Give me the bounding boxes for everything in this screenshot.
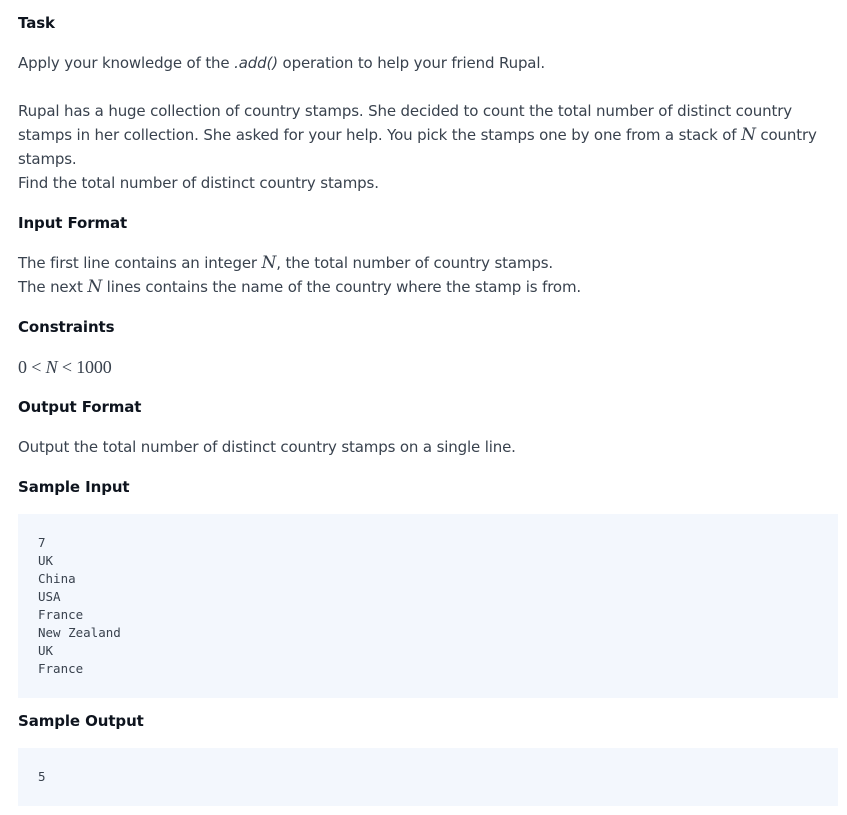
constraint-low: 0 xyxy=(18,357,27,377)
task-intro: Apply your knowledge of the .add() opera… xyxy=(18,51,838,75)
input-line1-pre: The first line contains an integer xyxy=(18,254,262,272)
sample-input-block: 7 UK China USA France New Zealand UK Fra… xyxy=(18,514,838,698)
constraints-expression: 0 < N < 1000 xyxy=(18,355,838,379)
input-line1-post: , the total number of country stamps. xyxy=(276,254,553,272)
sample-input-line: UK xyxy=(38,643,54,658)
task-intro-post: operation to help your friend Rupal. xyxy=(277,54,546,72)
sample-input-heading: Sample Input xyxy=(18,478,130,496)
output-format-heading: Output Format xyxy=(18,398,142,416)
task-story: Rupal has a huge collection of country s… xyxy=(18,99,838,171)
output-format-text: Output the total number of distinct coun… xyxy=(18,438,516,456)
task-story-var: N xyxy=(741,125,756,145)
input-format-line-2: The next N lines contains the name of th… xyxy=(18,275,838,299)
sample-input-code: 7 UK China USA France New Zealand UK Fra… xyxy=(18,514,838,678)
sample-output-block: 5 xyxy=(18,748,838,806)
sample-input-line: 7 xyxy=(38,535,46,550)
task-goal: Find the total number of distinct countr… xyxy=(18,174,379,192)
constraint-op-2: < xyxy=(61,357,72,377)
add-method-reference: .add() xyxy=(234,54,278,72)
sample-output-heading: Sample Output xyxy=(18,712,144,730)
constraint-var: N xyxy=(45,357,58,377)
sample-input-line: USA xyxy=(38,589,61,604)
sample-input-line: France xyxy=(38,661,84,676)
constraint-high: 1000 xyxy=(76,357,112,377)
task-intro-pre: Apply your knowledge of the xyxy=(18,54,235,72)
task-heading: Task xyxy=(18,14,55,32)
input-format-heading: Input Format xyxy=(18,214,128,232)
sample-output-line: 5 xyxy=(38,769,46,784)
task-story-pre: Rupal has a huge collection of country s… xyxy=(18,102,792,144)
sample-output-code: 5 xyxy=(18,748,838,786)
input-format-line-1: The first line contains an integer N, th… xyxy=(18,251,838,275)
constraint-op-1: < xyxy=(31,357,42,377)
sample-input-line: China xyxy=(38,571,76,586)
input-line2-var: N xyxy=(87,277,103,297)
input-line2-post: lines contains the name of the country w… xyxy=(102,278,582,296)
sample-input-line: France xyxy=(38,607,84,622)
input-line2-pre: The next xyxy=(18,278,88,296)
sample-input-line: UK xyxy=(38,553,54,568)
constraints-heading: Constraints xyxy=(18,318,115,336)
input-line1-var: N xyxy=(261,253,277,273)
sample-input-line: New Zealand xyxy=(38,625,121,640)
